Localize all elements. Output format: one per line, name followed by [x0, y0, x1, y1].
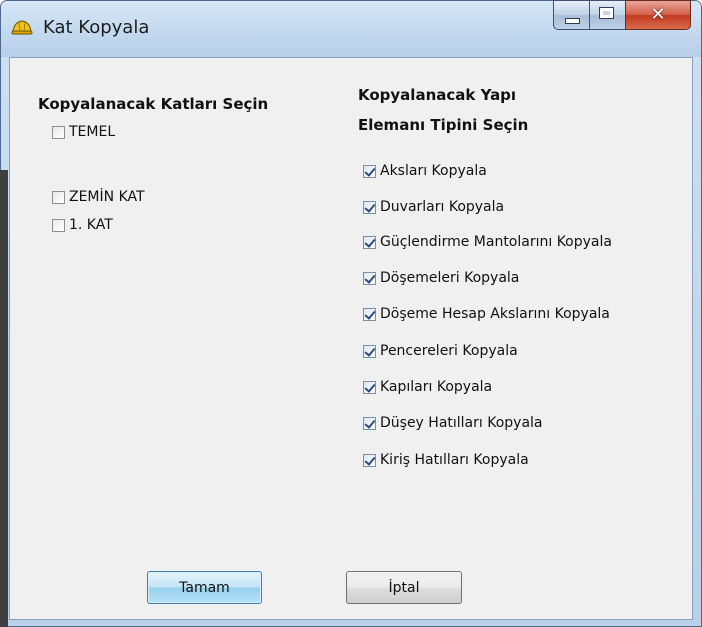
window-title: Kat Kopyala — [43, 17, 150, 38]
element-checkbox-kiris-hatillar[interactable]: Kiriş Hatılları Kopyala — [363, 452, 529, 468]
floor-checkbox-temel[interactable]: TEMEL — [52, 124, 115, 140]
element-checkbox-duvarlar[interactable]: Duvarları Kopyala — [363, 199, 504, 215]
checkbox-box[interactable] — [52, 190, 65, 204]
checkbox-box[interactable] — [363, 164, 376, 178]
element-checkbox-guclendirme-mantolari[interactable]: Güçlendirme Mantolarını Kopyala — [363, 234, 612, 250]
checkbox-label: Güçlendirme Mantolarını Kopyala — [380, 234, 612, 250]
checkbox-label: TEMEL — [69, 124, 116, 140]
element-checkbox-akslar[interactable]: Aksları Kopyala — [363, 163, 487, 179]
checkbox-box[interactable] — [52, 125, 65, 139]
checkbox-label: 1. KAT — [69, 217, 113, 233]
maximize-icon — [599, 7, 614, 19]
checkbox-box[interactable] — [363, 344, 376, 358]
checkbox-label: Duvarları Kopyala — [380, 199, 505, 215]
element-checkbox-doseme-hesap-akslari[interactable]: Döşeme Hesap Akslarını Kopyala — [363, 306, 610, 322]
element-checkbox-dusey-hatillar[interactable]: Düşey Hatılları Kopyala — [363, 415, 543, 431]
minimize-button[interactable] — [553, 0, 589, 30]
elements-heading-line2: Elemanı Tipini Seçin — [358, 116, 529, 134]
checkbox-label: Döşemeleri Kopyala — [380, 270, 520, 286]
floor-checkbox-1-kat[interactable]: 1. KAT — [52, 217, 113, 233]
ok-button[interactable]: Tamam — [147, 571, 262, 604]
checkbox-label: Kiriş Hatılları Kopyala — [380, 452, 529, 468]
checkbox-label: ZEMİN KAT — [69, 189, 145, 205]
checkbox-box[interactable] — [363, 416, 376, 430]
close-button[interactable]: ✕ — [625, 0, 691, 30]
cancel-button[interactable]: İptal — [346, 571, 462, 604]
maximize-button[interactable] — [589, 0, 625, 30]
title-bar[interactable]: Kat Kopyala ✕ — [1, 0, 701, 57]
checkbox-box[interactable] — [363, 380, 376, 394]
checkbox-label: Pencereleri Kopyala — [380, 343, 518, 359]
checkbox-label: Aksları Kopyala — [380, 163, 487, 179]
checkbox-box[interactable] — [363, 307, 376, 321]
dialog-client-area — [9, 57, 693, 620]
element-checkbox-dosemeler[interactable]: Döşemeleri Kopyala — [363, 270, 519, 286]
checkbox-box[interactable] — [363, 235, 376, 249]
elements-heading-line1: Kopyalanacak Yapı — [358, 86, 517, 104]
checkbox-box[interactable] — [363, 200, 376, 214]
checkbox-box[interactable] — [363, 453, 376, 467]
checkbox-box[interactable] — [52, 218, 65, 232]
floor-checkbox-zemin-kat[interactable]: ZEMİN KAT — [52, 189, 145, 205]
close-icon: ✕ — [650, 4, 666, 25]
checkbox-label: Kapıları Kopyala — [380, 379, 493, 395]
checkbox-box[interactable] — [363, 271, 376, 285]
hard-hat-icon — [11, 20, 33, 35]
checkbox-label: Düşey Hatılları Kopyala — [380, 415, 543, 431]
floors-heading: Kopyalanacak Katları Seçin — [38, 95, 269, 113]
element-checkbox-kapilar[interactable]: Kapıları Kopyala — [363, 379, 492, 395]
minimize-icon — [565, 18, 580, 24]
checkbox-label: Döşeme Hesap Akslarını Kopyala — [380, 306, 610, 322]
background-window-edge — [0, 170, 8, 627]
element-checkbox-pencereler[interactable]: Pencereleri Kopyala — [363, 343, 518, 359]
